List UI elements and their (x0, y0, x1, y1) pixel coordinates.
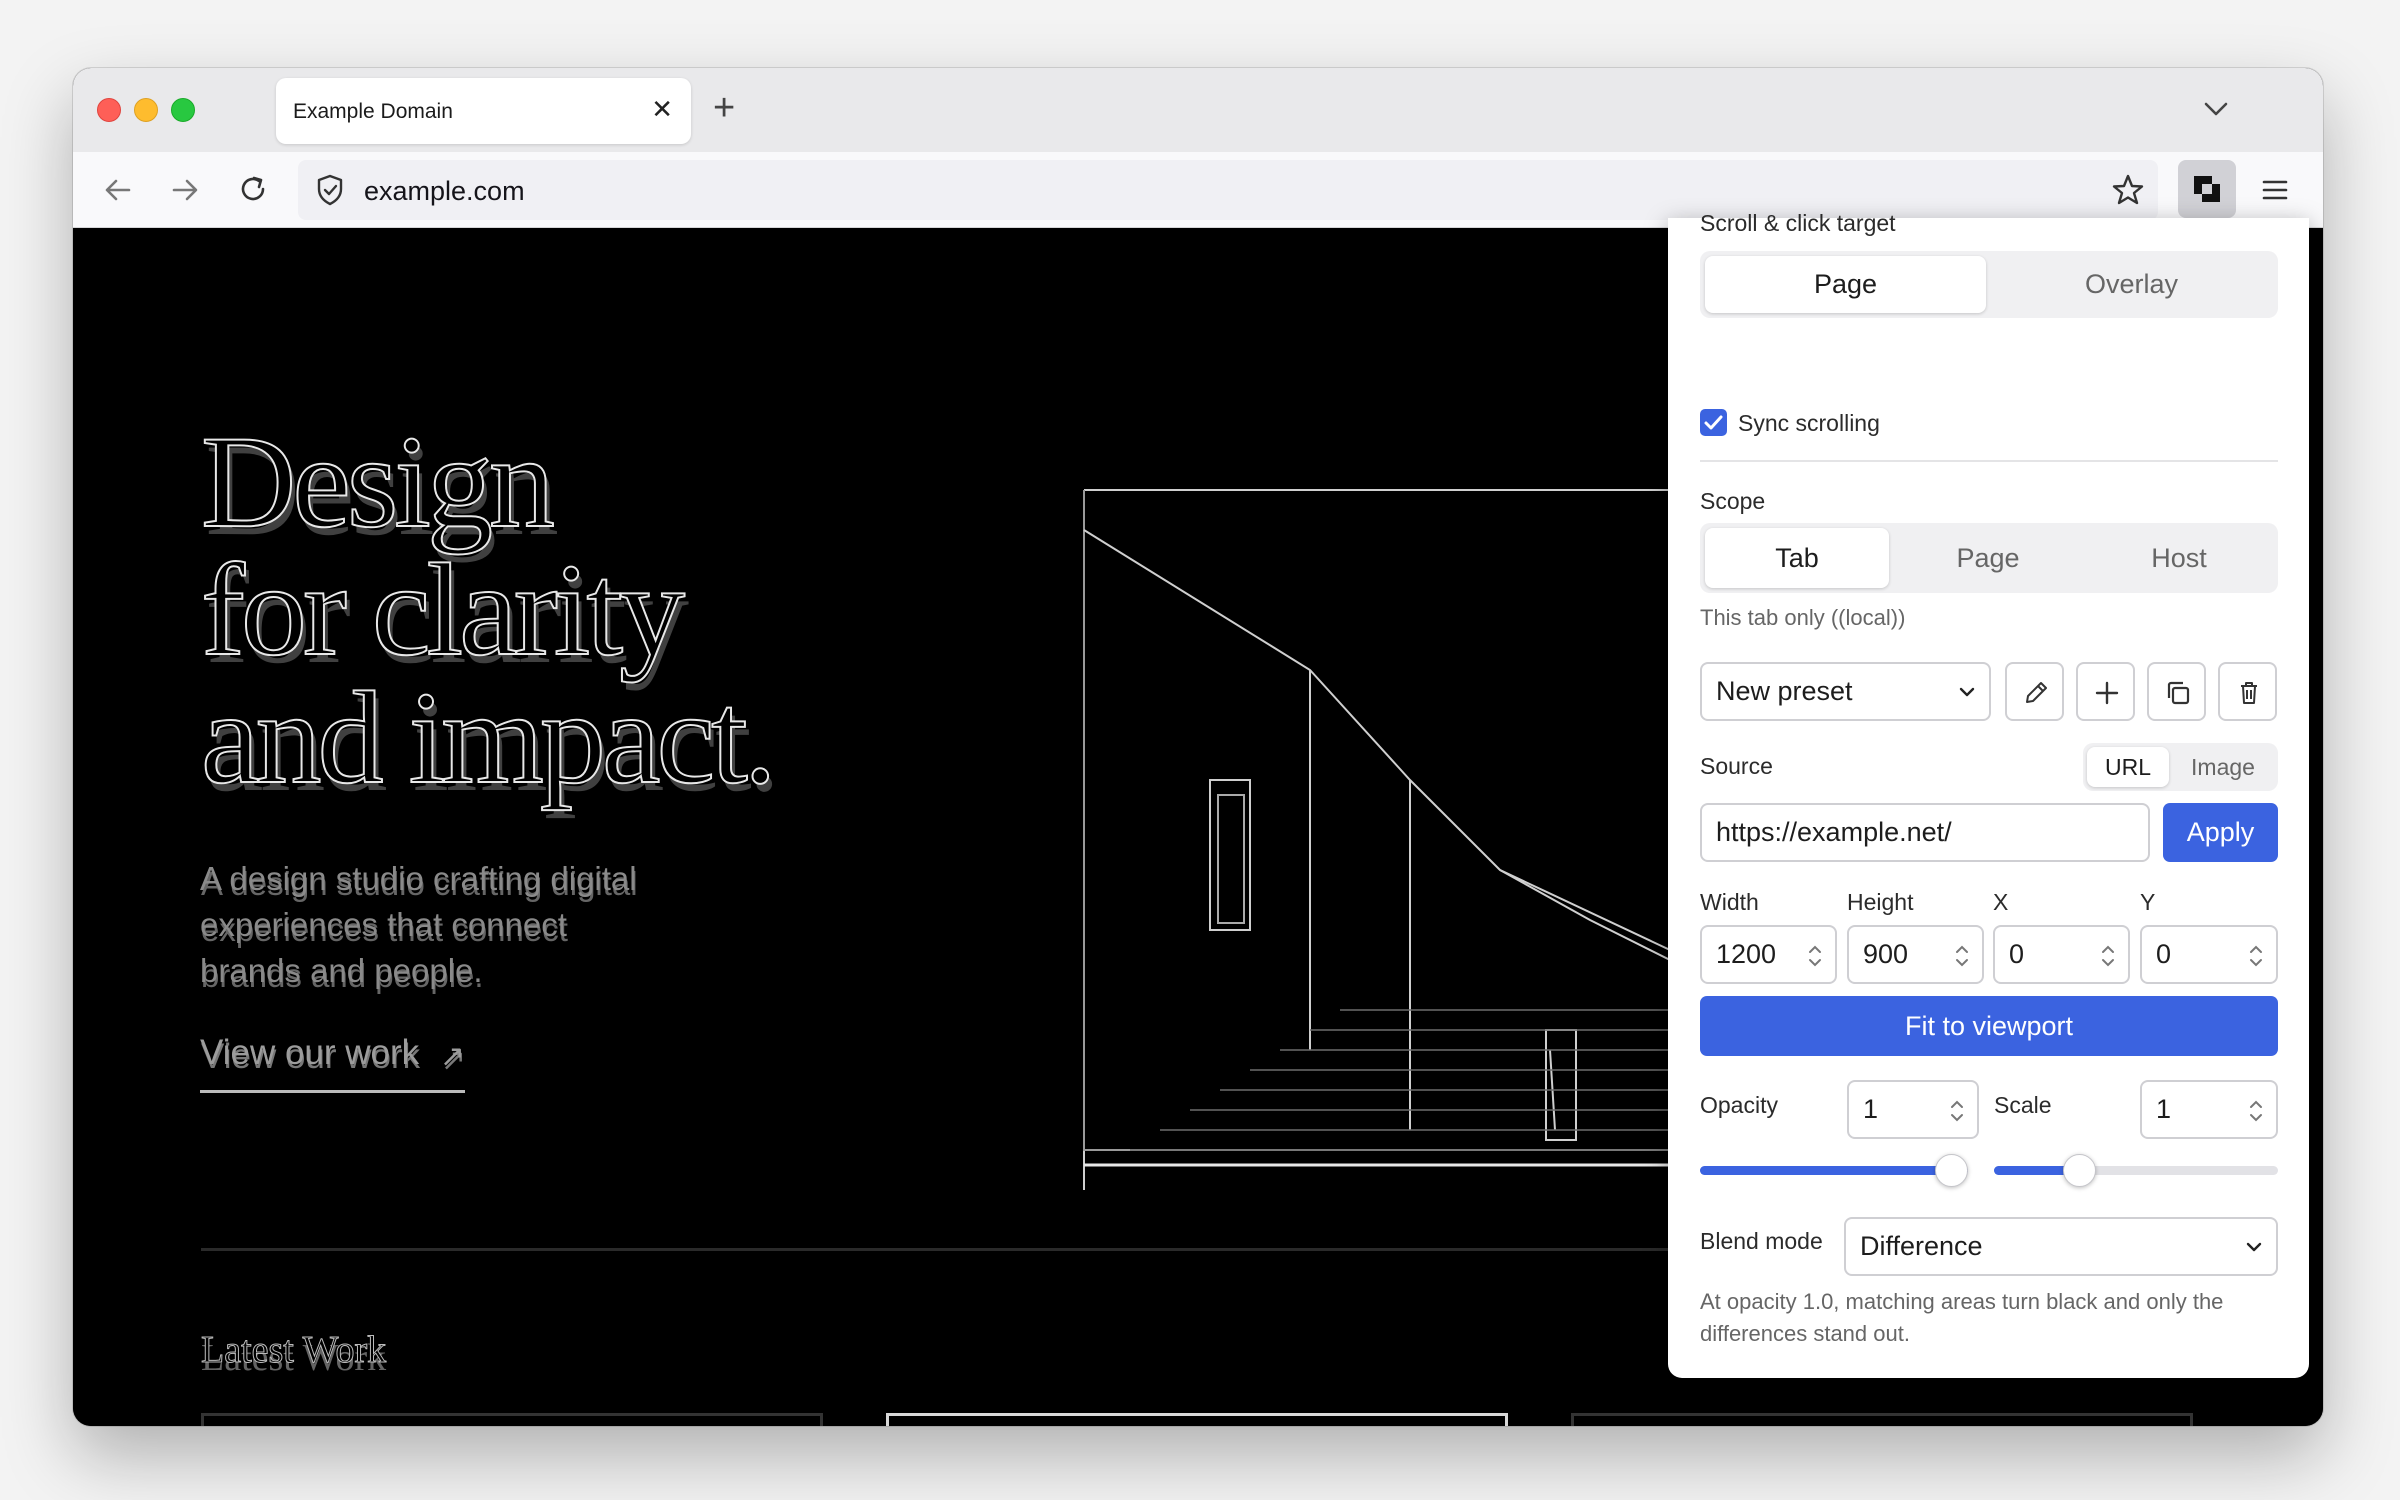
hero-subtitle: A design studio crafting digital experie… (200, 860, 637, 989)
chevron-down-icon (2246, 1242, 2262, 1252)
url-text: example.com (364, 176, 525, 206)
scroll-target-label: Scroll & click target (1700, 210, 1896, 236)
work-card[interactable] (1571, 1413, 2193, 1426)
stepper-icon[interactable] (1807, 941, 1823, 971)
scope-tab-option[interactable]: Tab (1705, 528, 1889, 588)
width-input[interactable]: 1200 (1700, 925, 1837, 984)
scope-host-option[interactable]: Host (2087, 528, 2271, 588)
new-tab-button[interactable]: + (713, 88, 735, 128)
copy-icon (2167, 681, 2190, 705)
delete-preset-button[interactable] (2218, 662, 2277, 721)
minimize-window-button[interactable] (134, 98, 158, 122)
sync-scrolling-checkbox[interactable] (1700, 409, 1727, 436)
scope-note: This tab only ((local)) (1700, 605, 1906, 630)
add-preset-button[interactable] (2076, 662, 2135, 721)
tab-example-domain[interactable]: Example Domain ✕ (276, 78, 691, 144)
checkmark-icon (1704, 415, 1723, 430)
scale-label: Scale (1994, 1092, 2052, 1118)
scope-toggle: Tab Page Host (1700, 523, 2278, 593)
blend-mode-value: Difference (1860, 1231, 1983, 1261)
section-title: Latest Work (200, 1329, 387, 1372)
height-value: 900 (1863, 939, 1909, 969)
stepper-icon[interactable] (2248, 941, 2264, 971)
width-label: Width (1700, 889, 1759, 915)
source-url-input[interactable]: https://example.net/ (1700, 803, 2150, 862)
work-card[interactable] (201, 1413, 823, 1426)
forward-icon[interactable] (167, 172, 203, 208)
panel-divider (1700, 460, 2278, 462)
blend-mode-note: At opacity 1.0, matching areas turn blac… (1700, 1289, 2224, 1346)
tab-close-icon[interactable]: ✕ (651, 94, 673, 124)
preset-select-value: New preset (1716, 676, 1853, 706)
source-image-option[interactable]: Image (2173, 747, 2273, 787)
browser-window: Example Domain ✕ + example.com Design fo… (73, 68, 2323, 1426)
stepper-icon[interactable] (2100, 941, 2116, 971)
source-toggle: URL Image (2083, 743, 2278, 791)
pencil-icon (2026, 682, 2047, 703)
scope-page-option[interactable]: Page (1896, 528, 2080, 588)
preset-select[interactable]: New preset (1700, 662, 1991, 721)
opacity-input[interactable]: 1 (1847, 1080, 1979, 1139)
source-label: Source (1700, 753, 1773, 779)
source-url-option[interactable]: URL (2087, 747, 2169, 787)
opacity-slider-fill (1700, 1166, 1968, 1175)
stepper-icon[interactable] (1949, 1096, 1965, 1126)
maximize-window-button[interactable] (171, 98, 195, 122)
y-label: Y (2140, 889, 2156, 915)
close-window-button[interactable] (97, 98, 121, 122)
scroll-target-page-option[interactable]: Page (1705, 256, 1986, 313)
hero-title: Design for clarity and impact. (200, 408, 778, 811)
sync-scrolling-label: Sync scrolling (1738, 410, 1880, 436)
scope-label: Scope (1700, 488, 1766, 514)
scale-input[interactable]: 1 (2140, 1080, 2278, 1139)
duplicate-preset-button[interactable] (2147, 662, 2206, 721)
height-input[interactable]: 900 (1847, 925, 1984, 984)
y-input[interactable]: 0 (2140, 925, 2278, 984)
apply-button[interactable]: Apply (2163, 803, 2278, 862)
bookmark-star-icon[interactable] (2111, 173, 2145, 207)
navigation-bar: example.com (73, 152, 2323, 228)
menu-icon[interactable] (2259, 174, 2291, 206)
scroll-target-overlay-option[interactable]: Overlay (1990, 256, 2273, 313)
view-work-label: View our work (200, 1033, 420, 1072)
reload-icon[interactable] (235, 172, 271, 208)
stepper-icon[interactable] (1954, 941, 1970, 971)
plus-icon (2095, 681, 2119, 705)
trash-icon (2241, 682, 2257, 704)
scale-slider-thumb[interactable] (2063, 1154, 2097, 1187)
blend-mode-select[interactable]: Difference (1844, 1217, 2278, 1276)
architecture-image (1083, 489, 1670, 1190)
rename-preset-button[interactable] (2005, 662, 2064, 721)
blend-mode-label: Blend mode (1700, 1228, 1823, 1254)
section-divider (201, 1248, 1701, 1251)
shield-icon[interactable] (314, 173, 346, 207)
fit-to-viewport-button[interactable]: Fit to viewport (1700, 996, 2278, 1056)
opacity-value: 1 (1863, 1094, 1879, 1124)
x-input[interactable]: 0 (1993, 925, 2130, 984)
x-value: 0 (2009, 939, 2025, 969)
opacity-slider-thumb[interactable] (1935, 1154, 1968, 1187)
tab-title: Example Domain (293, 100, 453, 123)
opacity-label: Opacity (1700, 1092, 1778, 1118)
width-value: 1200 (1716, 939, 1777, 969)
overlay-extension-button[interactable] (2178, 160, 2236, 218)
scroll-target-toggle: Page Overlay (1700, 251, 2278, 318)
stepper-icon[interactable] (2248, 1096, 2264, 1126)
tab-strip: Example Domain ✕ + (73, 68, 2323, 152)
scale-value: 1 (2156, 1094, 2172, 1124)
y-value: 0 (2156, 939, 2172, 969)
height-label: Height (1847, 889, 1914, 915)
arrow-up-right-icon: ↗ (439, 1040, 465, 1073)
x-label: X (1993, 889, 2009, 915)
chevron-down-icon (1959, 687, 1975, 697)
chevron-down-icon[interactable] (2199, 92, 2233, 126)
work-card[interactable] (886, 1413, 1508, 1426)
scale-slider[interactable] (1994, 1154, 2278, 1187)
back-icon[interactable] (100, 172, 136, 208)
view-work-link[interactable]: View our work ↗ (200, 1033, 465, 1093)
extension-logo-icon (2194, 176, 2220, 202)
opacity-slider[interactable] (1700, 1154, 1968, 1187)
overlay-panel: Scroll & click target Page Overlay Sync … (1668, 210, 2309, 1378)
